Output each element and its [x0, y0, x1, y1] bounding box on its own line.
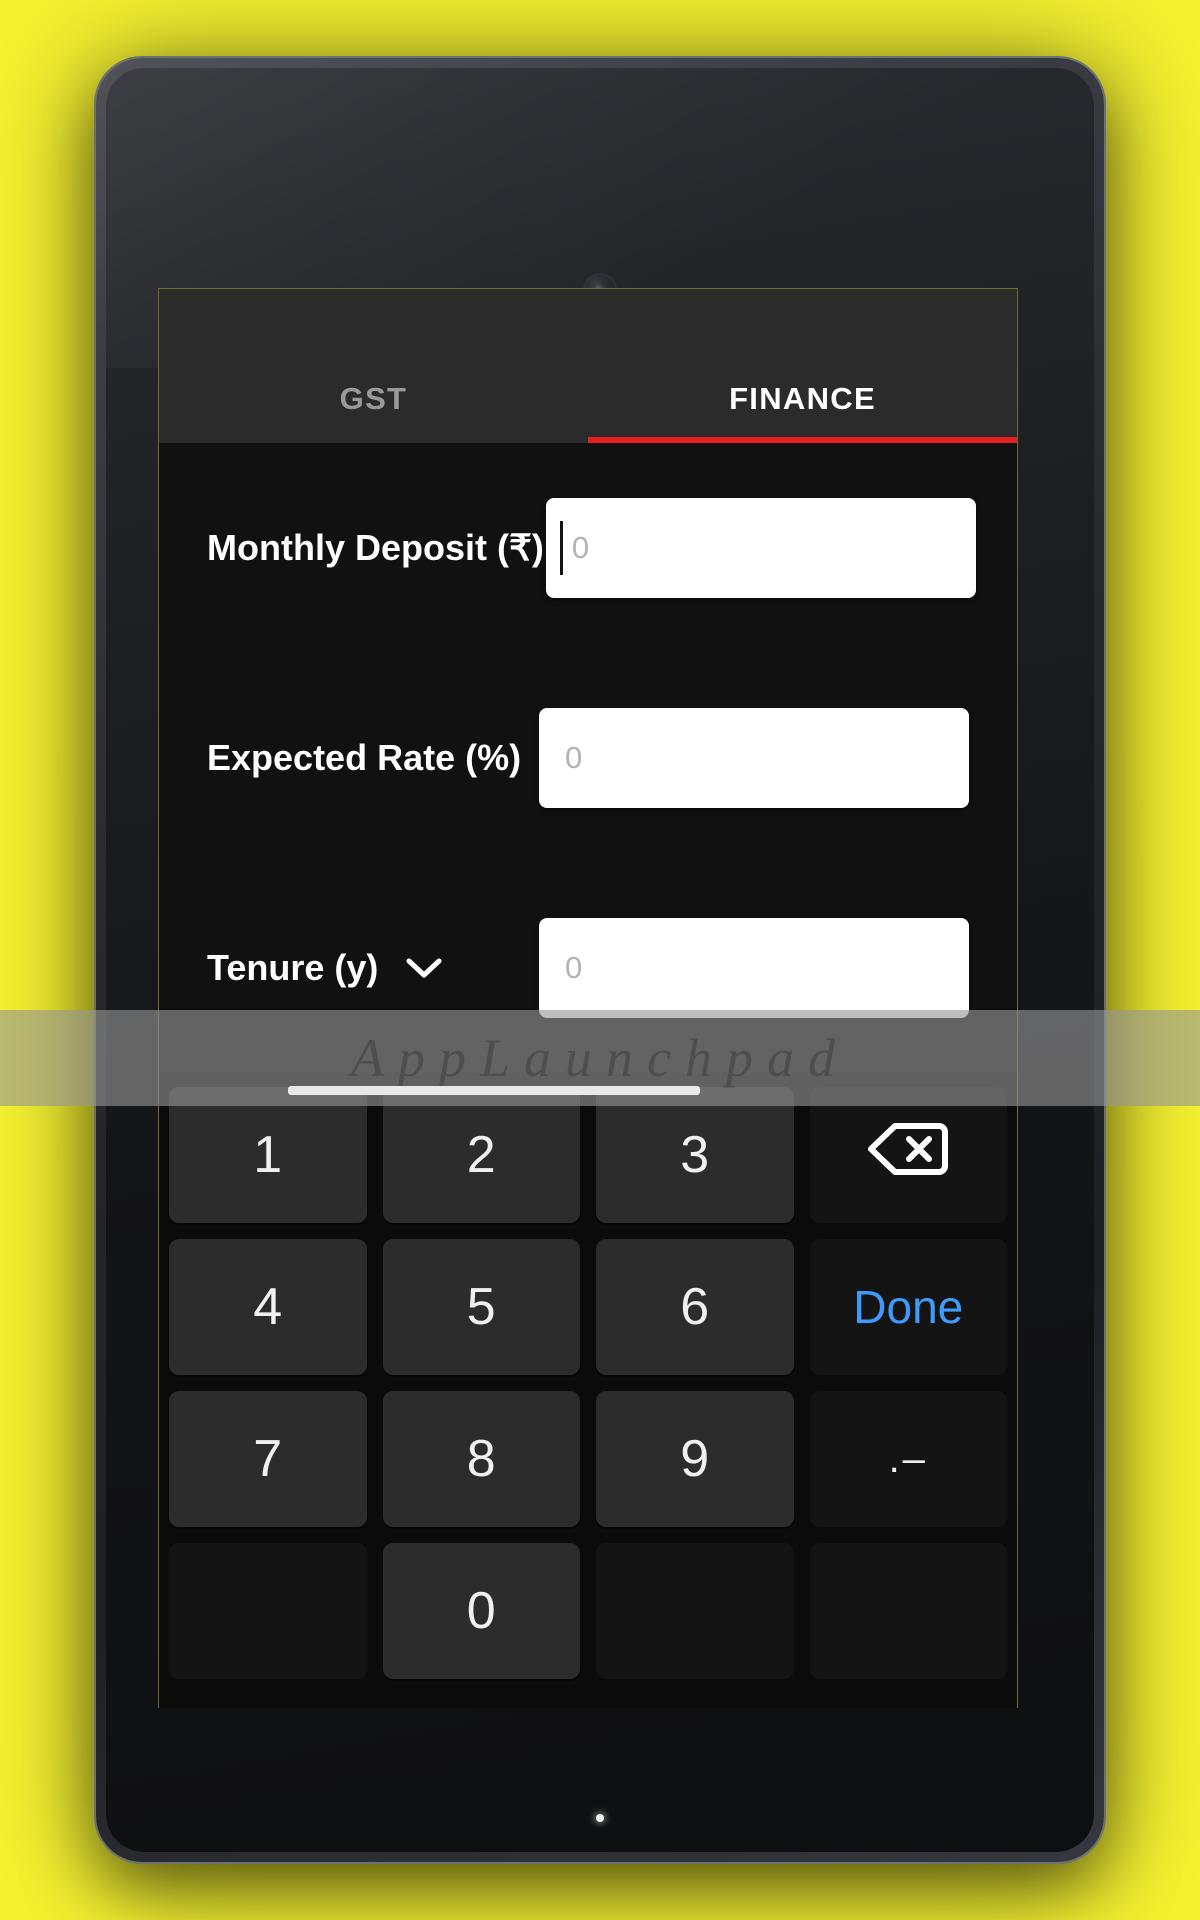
- device-bezel: GST FINANCE Monthly Deposit (₹) 0 Expect…: [106, 68, 1094, 1852]
- numeric-keyboard: 1 2 3 4 5 6 Done 7 8 9 .– 0: [159, 1073, 1017, 1708]
- field-row-expected-rate: Expected Rate (%) 0: [207, 653, 969, 863]
- expected-rate-input[interactable]: 0: [539, 708, 969, 808]
- key-done[interactable]: Done: [809, 1239, 1007, 1375]
- tenure-input[interactable]: 0: [539, 918, 969, 1018]
- monthly-deposit-label: Monthly Deposit (₹): [207, 527, 544, 568]
- key-2-label: 2: [466, 1126, 496, 1184]
- key-1-label: 1: [253, 1126, 283, 1184]
- field-row-tenure: Tenure (y) 0: [207, 863, 969, 1073]
- key-0[interactable]: 0: [382, 1543, 580, 1679]
- key-dot-dash-label: .–: [888, 1436, 928, 1481]
- key-dot-dash[interactable]: .–: [809, 1391, 1007, 1527]
- field-row-monthly-deposit: Monthly Deposit (₹) 0: [207, 443, 976, 653]
- expected-rate-placeholder: 0: [565, 740, 583, 775]
- monthly-deposit-input[interactable]: 0: [545, 498, 976, 598]
- tenure-label-group[interactable]: Tenure (y): [207, 947, 444, 989]
- key-6-label: 6: [680, 1278, 710, 1336]
- chevron-down-icon[interactable]: [404, 955, 444, 981]
- key-9-label: 9: [680, 1430, 710, 1488]
- expected-rate-label: Expected Rate (%): [207, 737, 522, 778]
- tenure-placeholder: 0: [565, 950, 583, 985]
- key-blank-right[interactable]: [596, 1543, 794, 1679]
- key-done-label: Done: [853, 1281, 964, 1333]
- keyboard-row-3: 7 8 9 .–: [169, 1391, 1007, 1527]
- monthly-deposit-label-group: Monthly Deposit (₹): [207, 527, 544, 569]
- key-6[interactable]: 6: [596, 1239, 794, 1375]
- app-screen: GST FINANCE Monthly Deposit (₹) 0 Expect…: [158, 288, 1018, 1708]
- key-2[interactable]: 2: [382, 1087, 580, 1223]
- tab-gst-label: GST: [339, 381, 408, 416]
- notification-led: [596, 1814, 604, 1822]
- key-1[interactable]: 1: [169, 1087, 367, 1223]
- tenure-label: Tenure (y): [207, 947, 379, 988]
- key-4-label: 4: [253, 1278, 283, 1336]
- keyboard-row-4: 0: [169, 1543, 1007, 1679]
- finance-form: Monthly Deposit (₹) 0 Expected Rate (%) …: [159, 443, 1017, 1073]
- key-8[interactable]: 8: [382, 1391, 580, 1527]
- monthly-deposit-placeholder: 0: [571, 530, 590, 565]
- tablet-device-frame: GST FINANCE Monthly Deposit (₹) 0 Expect…: [96, 58, 1104, 1862]
- key-3-label: 3: [680, 1126, 710, 1184]
- tab-finance[interactable]: FINANCE: [588, 289, 1017, 443]
- key-7[interactable]: 7: [169, 1391, 367, 1527]
- keyboard-row-2: 4 5 6 Done: [169, 1239, 1007, 1375]
- tab-gst[interactable]: GST: [159, 289, 588, 443]
- keyboard-row-1: 1 2 3: [169, 1087, 1007, 1223]
- key-5[interactable]: 5: [382, 1239, 580, 1375]
- key-8-label: 8: [466, 1430, 496, 1488]
- key-4[interactable]: 4: [169, 1239, 367, 1375]
- key-7-label: 7: [253, 1430, 283, 1488]
- key-blank-far-right[interactable]: [809, 1543, 1007, 1679]
- key-blank-left[interactable]: [169, 1543, 367, 1679]
- key-0-label: 0: [466, 1582, 496, 1640]
- key-backspace[interactable]: [809, 1087, 1007, 1223]
- backspace-icon: [865, 1120, 951, 1191]
- tab-bar: GST FINANCE: [159, 289, 1017, 443]
- key-5-label: 5: [466, 1278, 496, 1336]
- key-9[interactable]: 9: [596, 1391, 794, 1527]
- expected-rate-label-group: Expected Rate (%): [207, 737, 521, 779]
- text-caret: [559, 521, 563, 575]
- key-3[interactable]: 3: [596, 1087, 794, 1223]
- tab-finance-label: FINANCE: [729, 381, 876, 416]
